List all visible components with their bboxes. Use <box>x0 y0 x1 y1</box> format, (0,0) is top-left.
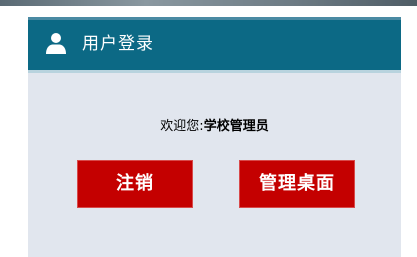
top-background-strip <box>0 0 417 6</box>
logout-button[interactable]: 注销 <box>77 160 193 208</box>
welcome-message: 欢迎您:学校管理员 <box>28 118 401 136</box>
user-icon <box>46 33 66 54</box>
welcome-prefix: 欢迎您: <box>160 119 204 134</box>
panel-header: 用户登录 <box>28 17 401 70</box>
welcome-user: 学校管理员 <box>203 119 269 134</box>
header-divider <box>28 70 401 73</box>
admin-desktop-button[interactable]: 管理桌面 <box>239 160 355 208</box>
login-panel: 用户登录 欢迎您:学校管理员 注销 管理桌面 <box>28 17 401 257</box>
panel-title: 用户登录 <box>82 34 154 54</box>
